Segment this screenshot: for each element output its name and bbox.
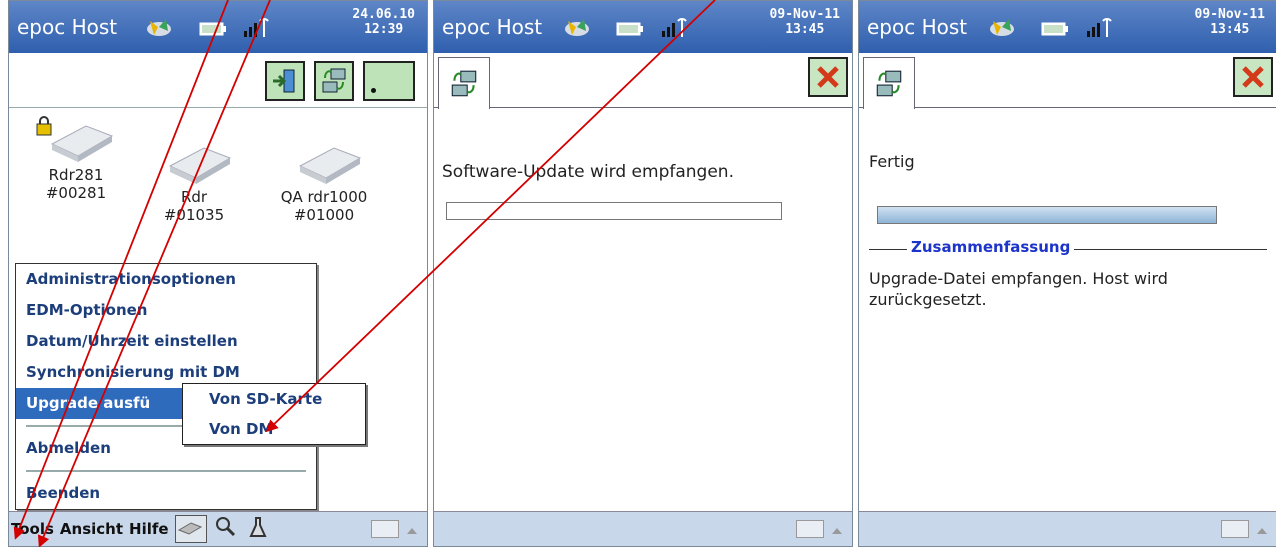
signal-icon xyxy=(244,15,272,43)
upgrade-submenu: Von SD-Karte Von DM xyxy=(182,383,366,445)
door-enter-icon xyxy=(273,69,295,93)
status-message: Fertig xyxy=(869,152,915,171)
battery-icon xyxy=(616,21,644,40)
app-title: epoc Host xyxy=(442,15,543,39)
time-text: 13:45 xyxy=(785,22,825,37)
keyboard-icon[interactable] xyxy=(1221,520,1249,538)
clock: 09-Nov-11 13:45 xyxy=(770,7,840,37)
sync-button[interactable] xyxy=(314,61,354,101)
title-bar: epoc Host 09-Nov-11 13:45 xyxy=(434,1,852,53)
tab-sync[interactable] xyxy=(863,57,915,109)
device-toolbar-icon[interactable] xyxy=(174,515,207,543)
device-id: #01035 xyxy=(163,206,225,224)
screen-receiving-update: epoc Host 09-Nov-11 13:45 Software-Updat… xyxy=(433,0,853,547)
time-text: 12:39 xyxy=(364,22,404,37)
summary-heading: Zusammenfassung xyxy=(907,238,1075,256)
sync-status-icon xyxy=(562,13,592,45)
menu-item-admin-options[interactable]: Administrationsoptionen xyxy=(16,264,316,295)
device-name: QA rdr1000 xyxy=(280,188,368,206)
signal-icon xyxy=(662,15,690,43)
submenu-item-sd-card[interactable]: Von SD-Karte xyxy=(183,384,365,414)
close-button[interactable] xyxy=(808,57,848,97)
reader-device-icon xyxy=(294,138,362,184)
sip-arrow-icon[interactable] xyxy=(832,528,842,534)
close-x-icon xyxy=(817,66,839,88)
menu-bar xyxy=(434,511,852,546)
battery-icon xyxy=(199,21,227,40)
device-tile[interactable]: Rdr #01035 xyxy=(139,116,249,224)
dot-icon xyxy=(371,88,376,93)
keyboard-icon[interactable] xyxy=(796,520,824,538)
tab-strip xyxy=(434,53,852,109)
device-name: Rdr281 xyxy=(48,166,104,184)
login-button[interactable] xyxy=(265,61,305,101)
sync-status-icon xyxy=(144,13,174,45)
sip-arrow-icon[interactable] xyxy=(407,528,417,534)
battery-icon xyxy=(1041,21,1069,40)
device-name: Rdr xyxy=(180,188,208,206)
date-text: 09-Nov-11 xyxy=(1194,7,1265,22)
app-title: epoc Host xyxy=(867,15,968,39)
device-id: #01000 xyxy=(293,206,355,224)
screen-update-done: epoc Host 09-Nov-11 13:45 Fertig Zusamme… xyxy=(858,0,1276,547)
menu-item-edm-options[interactable]: EDM-Optionen xyxy=(16,295,316,326)
summary-text: Upgrade-Datei empfangen. Host wird zurüc… xyxy=(869,269,1168,309)
computer-sync-icon xyxy=(322,68,346,93)
reader-device-icon xyxy=(164,138,232,184)
tab-strip xyxy=(859,53,1276,109)
close-x-icon xyxy=(1242,66,1264,88)
screen-device-menu: epoc Host 24.06.10 12:39 Rdr281 #00281 R… xyxy=(8,0,428,547)
reader-device-icon xyxy=(46,116,114,162)
menubar-view[interactable]: Ansicht xyxy=(60,520,123,538)
date-text: 09-Nov-11 xyxy=(769,7,840,22)
menubar-help[interactable]: Hilfe xyxy=(129,520,169,538)
device-id: #00281 xyxy=(45,184,107,202)
sip-arrow-icon[interactable] xyxy=(1257,528,1267,534)
tab-sync[interactable] xyxy=(438,57,490,109)
progress-fill xyxy=(878,207,1216,223)
menu-separator xyxy=(26,470,306,472)
clock: 09-Nov-11 13:45 xyxy=(1195,7,1265,37)
keyboard-icon[interactable] xyxy=(371,520,399,538)
close-button[interactable] xyxy=(1233,57,1273,97)
menu-item-set-datetime[interactable]: Datum/Uhrzeit einstellen xyxy=(16,326,316,357)
submenu-item-dm[interactable]: Von DM xyxy=(183,414,365,444)
app-title: epoc Host xyxy=(17,15,118,39)
menu-bar xyxy=(859,511,1276,546)
magnifier-icon[interactable] xyxy=(215,516,237,542)
flask-icon[interactable] xyxy=(249,516,267,542)
device-tile[interactable]: Rdr281 #00281 xyxy=(21,116,131,202)
menu-bar: Tools Ansicht Hilfe xyxy=(9,511,427,546)
menu-item-exit[interactable]: Beenden xyxy=(16,478,316,509)
date-text: 24.06.10 xyxy=(352,7,415,22)
title-bar: epoc Host 24.06.10 12:39 xyxy=(9,1,427,53)
clock: 24.06.10 12:39 xyxy=(352,7,415,37)
menubar-tools[interactable]: Tools xyxy=(11,520,54,538)
status-button[interactable] xyxy=(363,61,415,101)
sync-status-icon xyxy=(987,13,1017,45)
signal-icon xyxy=(1087,15,1115,43)
toolbar xyxy=(9,53,427,108)
computer-sync-icon xyxy=(876,70,902,96)
time-text: 13:45 xyxy=(1210,22,1250,37)
progress-bar xyxy=(877,206,1217,224)
device-tile[interactable]: QA rdr1000 #01000 xyxy=(269,116,379,224)
status-message: Software-Update wird empfangen. xyxy=(442,162,734,182)
computer-sync-icon xyxy=(451,70,477,96)
progress-bar xyxy=(446,202,782,220)
title-bar: epoc Host 09-Nov-11 13:45 xyxy=(859,1,1276,53)
